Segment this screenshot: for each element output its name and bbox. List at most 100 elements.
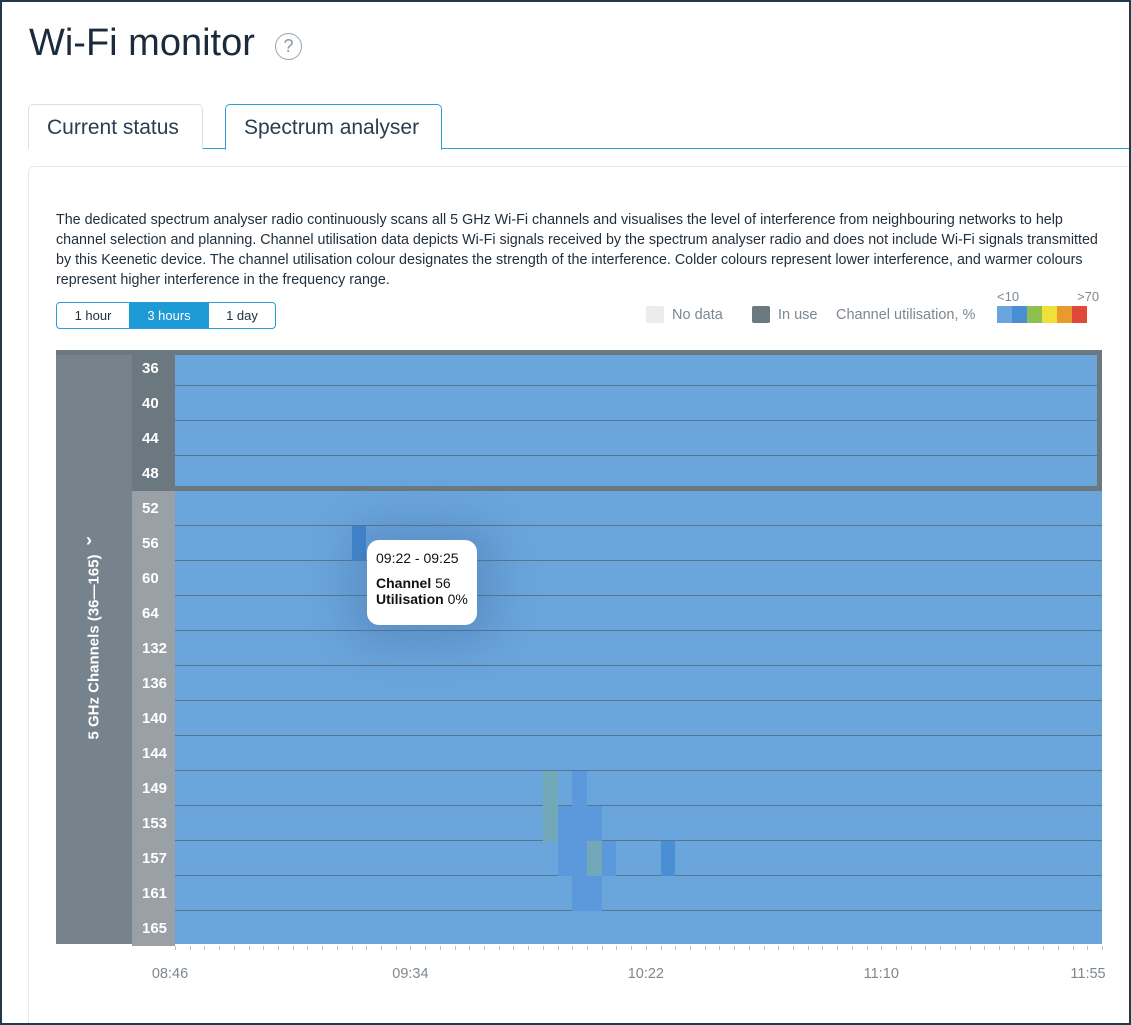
row-divider	[175, 665, 1102, 666]
axis-tick	[837, 946, 839, 950]
channel-label-56: 56	[132, 526, 175, 561]
row-divider	[175, 910, 1102, 911]
axis-tick	[645, 946, 647, 950]
heatmap-cell[interactable]	[557, 841, 573, 876]
axis-tick	[381, 946, 382, 950]
axis-tick	[734, 946, 736, 950]
row-divider	[175, 525, 1102, 526]
tooltip-channel-value: 56	[435, 575, 451, 591]
channel-label-153: 153	[132, 806, 175, 841]
channel-label-60: 60	[132, 561, 175, 596]
axis-tick	[351, 946, 353, 950]
help-icon[interactable]: ?	[275, 33, 302, 60]
axis-tick	[557, 946, 559, 950]
heatmap-cell[interactable]	[557, 806, 573, 841]
axis-tick	[469, 946, 471, 950]
tooltip-channel-label: Channel	[376, 575, 432, 591]
row-divider	[175, 420, 1102, 421]
axis-tick	[763, 946, 765, 950]
channel-label-140: 140	[132, 701, 175, 736]
channel-label-149: 149	[132, 771, 175, 806]
tooltip-utilisation-label: Utilisation	[376, 591, 444, 607]
axis-tick	[528, 946, 530, 950]
channel-label-132: 132	[132, 631, 175, 666]
heatmap-cell[interactable]	[351, 526, 367, 561]
axis-tick	[778, 946, 780, 950]
axis-tick	[1043, 946, 1045, 950]
axis-tick	[498, 946, 500, 950]
axis-tick	[704, 946, 706, 950]
axis-tick	[587, 946, 588, 950]
heatmap-cell[interactable]	[572, 876, 587, 911]
axis-tick	[204, 946, 206, 950]
period-selector: 1 hour 3 hours 1 day	[56, 302, 276, 329]
in-use-top-border	[56, 350, 1102, 355]
axis-tick	[513, 946, 515, 950]
heatmap-cell[interactable]	[587, 841, 602, 876]
period-1-day-button[interactable]: 1 day	[209, 303, 275, 328]
row-divider	[175, 770, 1102, 771]
page-title: Wi-Fi monitor	[29, 22, 255, 64]
heatmap-cell[interactable]	[601, 841, 617, 876]
time-axis-ticks	[175, 944, 1103, 954]
axis-tick	[1087, 946, 1089, 950]
row-divider	[175, 875, 1102, 876]
tab-spectrum-analyser[interactable]: Spectrum analyser	[225, 104, 442, 150]
tooltip-channel-row: Channel 56	[376, 575, 468, 591]
row-divider	[175, 455, 1102, 456]
channel-label-157: 157	[132, 841, 175, 876]
heatmap-cell[interactable]	[572, 841, 587, 876]
axis-tick	[542, 946, 544, 950]
no-data-swatch	[646, 306, 664, 323]
axis-tick	[1057, 946, 1059, 950]
channel-group-label: 5 GHz Channels (36—165)	[85, 554, 103, 740]
row-divider	[175, 805, 1102, 806]
heatmap-cell[interactable]	[572, 806, 587, 841]
scale-step-0	[997, 306, 1012, 323]
axis-tick	[896, 946, 897, 950]
channel-label-161: 161	[132, 876, 175, 911]
time-axis-label: 11:55	[1070, 966, 1106, 982]
axis-tick	[425, 946, 427, 950]
tooltip-utilisation-value: 0%	[447, 591, 468, 607]
axis-tick	[1072, 946, 1074, 950]
tooltip-utilisation-row: Utilisation 0%	[376, 591, 468, 607]
chevron-right-icon[interactable]: ›	[86, 530, 92, 551]
axis-tick	[969, 946, 971, 950]
period-3-hours-button[interactable]: 3 hours	[129, 303, 209, 328]
heatmap-cell[interactable]	[587, 876, 602, 911]
axis-tick	[410, 946, 412, 950]
legend-in-use: In use	[778, 307, 818, 323]
axis-tick	[925, 946, 927, 950]
axis-tick	[278, 946, 279, 950]
axis-tick	[1028, 946, 1030, 950]
row-divider	[175, 735, 1102, 736]
row-divider	[175, 630, 1102, 631]
heatmap-cell[interactable]	[572, 771, 587, 806]
heatmap-cell[interactable]	[660, 841, 676, 876]
scale-min-label: <10	[997, 289, 1020, 304]
axis-tick	[263, 946, 265, 950]
axis-tick	[807, 946, 809, 950]
axis-tick	[999, 946, 1000, 950]
heatmap-cell[interactable]	[542, 806, 558, 841]
axis-tick	[719, 946, 721, 950]
heatmap-cell[interactable]	[587, 806, 602, 841]
axis-tick	[601, 946, 603, 950]
channel-label-48: 48	[132, 456, 175, 491]
scale-step-1	[1012, 306, 1027, 323]
tab-current-status[interactable]: Current status	[28, 104, 203, 149]
channel-label-36: 36	[132, 351, 175, 386]
legend-utilisation: Channel utilisation, %	[836, 307, 976, 323]
tooltip-time: 09:22 - 09:25	[376, 550, 459, 566]
axis-tick	[336, 946, 338, 950]
axis-tick	[322, 946, 324, 950]
scale-step-3	[1042, 306, 1057, 323]
axis-tick	[572, 946, 574, 950]
axis-tick	[189, 946, 191, 950]
heatmap-cell[interactable]	[542, 771, 558, 806]
period-1-hour-button[interactable]: 1 hour	[57, 303, 129, 328]
axis-tick	[484, 946, 485, 950]
channel-label-165: 165	[132, 911, 175, 946]
channel-label-44: 44	[132, 421, 175, 456]
